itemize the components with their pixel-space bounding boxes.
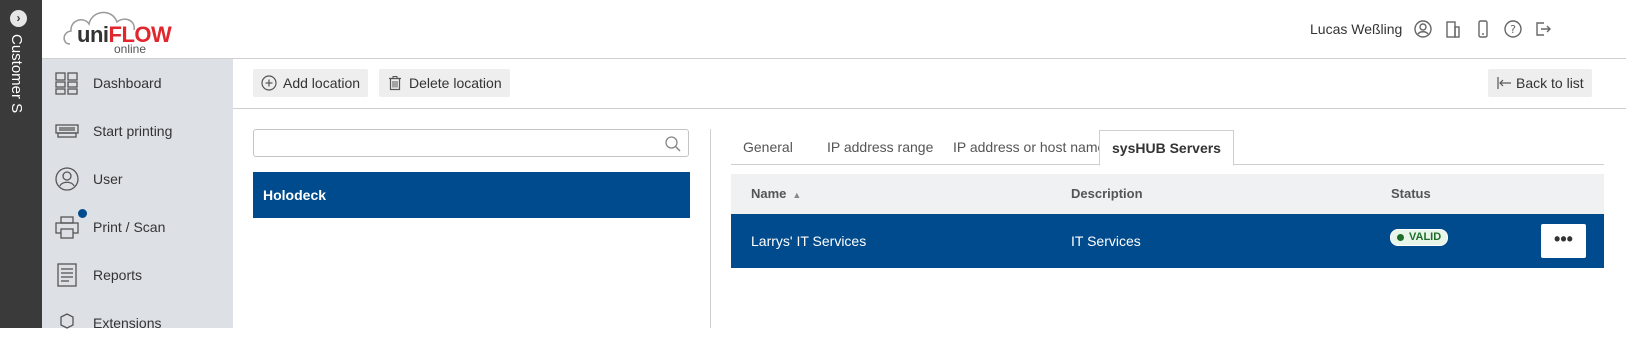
servers-table-header: Name ▲ Description Status [731, 174, 1604, 214]
uniflow-logo[interactable]: uniFLOW online [62, 4, 172, 56]
dashboard-icon [55, 72, 78, 95]
building-icon[interactable] [1442, 18, 1464, 40]
plus-circle-icon [261, 75, 277, 91]
column-header-status[interactable]: Status [1391, 174, 1431, 214]
main-sidebar: Dashboard Start printing User Print / Sc… [42, 59, 233, 331]
tab-ip-address-or-host-name[interactable]: IP address or host name [941, 130, 1117, 165]
tab-syshub-servers[interactable]: sysHUB Servers [1099, 130, 1234, 166]
sidebar-item-dashboard[interactable]: Dashboard [42, 59, 233, 107]
help-icon[interactable]: ? [1502, 18, 1524, 40]
tab-ip-address-range[interactable]: IP address range [815, 130, 945, 165]
tab-general[interactable]: General [731, 130, 805, 165]
sidebar-item-label: User [93, 171, 123, 187]
sidebar-item-user[interactable]: User [42, 155, 233, 203]
sidebar-item-label: Start printing [93, 123, 173, 139]
user-name[interactable]: Lucas Weßling [1310, 21, 1402, 37]
action-toolbar: Add location Delete location Back to lis… [233, 59, 1626, 109]
delete-location-button[interactable]: Delete location [379, 69, 510, 97]
phone-icon[interactable] [1472, 18, 1494, 40]
svg-text:?: ? [1510, 23, 1516, 36]
sidebar-item-print-scan[interactable]: Print / Scan [42, 203, 233, 251]
logo-uni-text: uni [77, 22, 109, 47]
sidebar-item-label: Extensions [93, 315, 162, 331]
back-to-list-button[interactable]: Back to list [1488, 69, 1592, 97]
add-location-button[interactable]: Add location [253, 69, 369, 97]
add-location-label: Add location [283, 75, 361, 91]
back-arrow-icon [1497, 77, 1511, 89]
sidebar-item-label: Print / Scan [93, 219, 166, 235]
search-icon[interactable] [664, 135, 682, 153]
customer-strip-label[interactable]: Customer S [8, 34, 25, 113]
cell-description: IT Services [1071, 233, 1141, 249]
status-badge-label: VALID [1409, 231, 1442, 243]
printer-tray-icon [55, 124, 79, 138]
location-list-item[interactable]: Holodeck [253, 172, 690, 218]
sidebar-item-extensions[interactable]: Extensions [42, 299, 233, 347]
report-icon [57, 263, 77, 287]
logo-online-text: online [114, 42, 147, 56]
column-header-description[interactable]: Description [1071, 174, 1143, 214]
row-actions-button[interactable]: ••• [1541, 224, 1586, 258]
pane-divider[interactable] [710, 129, 711, 328]
user-circle-icon[interactable] [1412, 18, 1434, 40]
sidebar-item-label: Dashboard [93, 75, 162, 91]
location-search-input[interactable] [253, 129, 689, 157]
logout-icon[interactable] [1532, 18, 1554, 40]
back-to-list-label: Back to list [1516, 75, 1584, 91]
detail-tabs: General IP address range IP address or h… [731, 130, 1604, 166]
chevron-right-icon[interactable]: › [10, 10, 27, 27]
table-row[interactable]: Larrys' IT Services IT Services VALID ••… [731, 214, 1604, 268]
trash-icon [389, 76, 401, 91]
printer-icon [55, 216, 79, 239]
notification-dot [78, 209, 87, 218]
delete-location-label: Delete location [409, 75, 502, 91]
column-header-name[interactable]: Name ▲ [751, 174, 801, 215]
cell-name: Larrys' IT Services [751, 233, 867, 249]
sidebar-item-reports[interactable]: Reports [42, 251, 233, 299]
status-dot-icon [1397, 234, 1404, 241]
sidebar-item-label: Reports [93, 267, 143, 283]
status-badge: VALID [1390, 229, 1449, 246]
top-header: uniFLOW online Lucas Weßling ? [42, 0, 1626, 59]
sidebar-item-start-printing[interactable]: Start printing [42, 107, 233, 155]
customer-strip: › Customer S [0, 0, 42, 328]
column-header-name-label: Name [751, 186, 787, 201]
user-icon [55, 167, 79, 191]
extension-icon [60, 313, 74, 329]
sort-icon[interactable]: ▲ [792, 175, 801, 215]
